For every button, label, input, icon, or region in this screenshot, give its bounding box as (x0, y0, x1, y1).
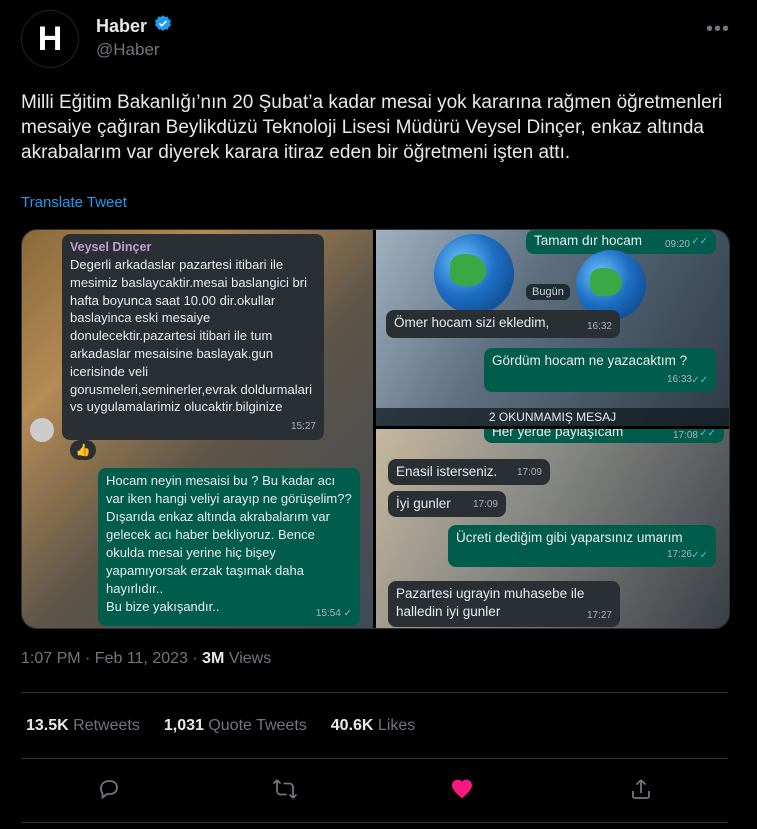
tweet-timestamp[interactable]: 1:07 PM · Feb 11, 2023 · (21, 650, 202, 667)
message-bubble: Ücreti dediğim gibi yaparsınız umarım 17… (448, 525, 716, 567)
divider (21, 692, 728, 693)
message-text: Her yerde paylaşıcam (492, 429, 624, 439)
double-check-icon: ✓✓ (691, 550, 708, 561)
message-time: 15:54 ✓ (315, 608, 352, 619)
quotes-label: Quote Tweets (203, 717, 307, 734)
message-time: 16:32 (586, 321, 612, 332)
tweet-text: Milli Eğitim Bakanlığı’nın 20 Şubat’a ka… (21, 92, 723, 163)
double-check-icon: ✓✓ (691, 236, 708, 247)
message-bubble: Ömer hocam sizi ekledim, 16:32 (386, 310, 620, 338)
message-text: Hocam neyin mesaisi bu ? Bu kadar acı va… (106, 473, 352, 614)
unread-label: 2 OKUNMAMIŞ MESAJ (488, 410, 617, 424)
divider (21, 758, 728, 759)
contact-avatar (30, 418, 54, 442)
message-bubble: İyi gunler 17:09 (388, 491, 506, 517)
media-image-3[interactable]: Her yerde paylaşıcam 17:08 ✓✓ Enasil ist… (376, 429, 729, 628)
message-text: Enasil isterseniz. (396, 464, 498, 479)
account-name-row[interactable]: Haber (96, 14, 173, 39)
unread-banner: 2 OKUNMAMIŞ MESAJ (376, 408, 729, 426)
message-text: Pazartesi ugrayin muhasebe ile halledin … (396, 586, 585, 619)
globe-icon (434, 234, 514, 314)
quotes-count: 1,031 (163, 717, 204, 734)
message-time: 17:09 (516, 467, 542, 478)
message-bubble: Pazartesi ugrayin muhasebe ile halledin … (388, 581, 620, 627)
message-time: 15:27 (290, 421, 316, 432)
message-text: İyi gunler (396, 496, 451, 511)
message-text: Ömer hocam sizi ekledim, (394, 315, 550, 330)
message-time: 17:08 (672, 430, 698, 441)
message-text: Ücreti dediğim gibi yaparsınız umarım (456, 530, 683, 545)
likes-stat[interactable]: 40.6K Likes (331, 717, 416, 735)
message-text: Gördüm hocam ne yazacaktım ? (492, 353, 688, 368)
message-time: 16:33 (666, 374, 692, 385)
divider (21, 822, 728, 823)
haber-logo: H (37, 19, 63, 58)
views-label: Views (224, 650, 272, 667)
tweet-media[interactable]: Veysel Dinçer Degerli arkadaslar pazarte… (21, 229, 730, 629)
account-handle[interactable]: @Haber (96, 40, 160, 60)
message-bubble: Enasil isterseniz. 17:09 (388, 459, 550, 485)
message-bubble: Gördüm hocam ne yazacaktım ? 16:33 ✓✓ (484, 348, 716, 392)
thumbs-up-icon: 👍 (75, 443, 91, 457)
double-check-icon: ✓✓ (691, 375, 708, 386)
tweet-meta: 1:07 PM · Feb 11, 2023 · 3M Views (21, 650, 271, 668)
message-bubble: Her yerde paylaşıcam 17:08 ✓✓ (484, 429, 724, 443)
media-image-1[interactable]: Veysel Dinçer Degerli arkadaslar pazarte… (22, 230, 373, 628)
retweets-count: 13.5K (26, 717, 69, 734)
message-bubble: Tamam dır hocam 09:20 ✓✓ (526, 230, 716, 254)
message-time: 09:20 (664, 239, 690, 250)
avatar[interactable]: H (21, 10, 79, 68)
quotes-stat[interactable]: 1,031 Quote Tweets (164, 717, 307, 735)
views-count: 3M (202, 650, 225, 667)
share-icon[interactable] (628, 776, 654, 802)
day-separator: Bugün (526, 284, 570, 300)
message-time: 17:09 (472, 499, 498, 510)
reaction-badge: 👍 (70, 440, 96, 460)
message-text: Degerli arkadaslar pazartesi itibari ile… (70, 257, 313, 415)
double-check-icon: ✓✓ (699, 429, 716, 439)
likes-label: Likes (373, 717, 416, 734)
message-text: Tamam dır hocam (534, 233, 643, 248)
tweet-stats: 13.5K Retweets 1,031 Quote Tweets 40.6K … (26, 717, 415, 735)
more-icon[interactable]: ••• (706, 18, 730, 41)
message-bubble: Hocam neyin mesaisi bu ? Bu kadar acı va… (98, 468, 360, 626)
retweet-icon[interactable] (272, 776, 298, 802)
verified-badge-icon (153, 14, 173, 39)
retweets-label: Retweets (68, 717, 140, 734)
retweets-stat[interactable]: 13.5K Retweets (26, 717, 140, 735)
likes-count: 40.6K (330, 717, 374, 734)
message-time: 17:26 (666, 549, 692, 560)
message-bubble: Veysel Dinçer Degerli arkadaslar pazarte… (62, 234, 324, 440)
message-time: 17:27 (586, 610, 612, 621)
reply-icon[interactable] (96, 776, 122, 802)
message-sender: Veysel Dinçer (70, 240, 152, 254)
account-name[interactable]: Haber (96, 16, 147, 37)
like-icon[interactable] (449, 776, 475, 802)
translate-link[interactable]: Translate Tweet (21, 194, 127, 211)
media-image-2[interactable]: Tamam dır hocam 09:20 ✓✓ Bugün Ömer hoca… (376, 230, 729, 426)
